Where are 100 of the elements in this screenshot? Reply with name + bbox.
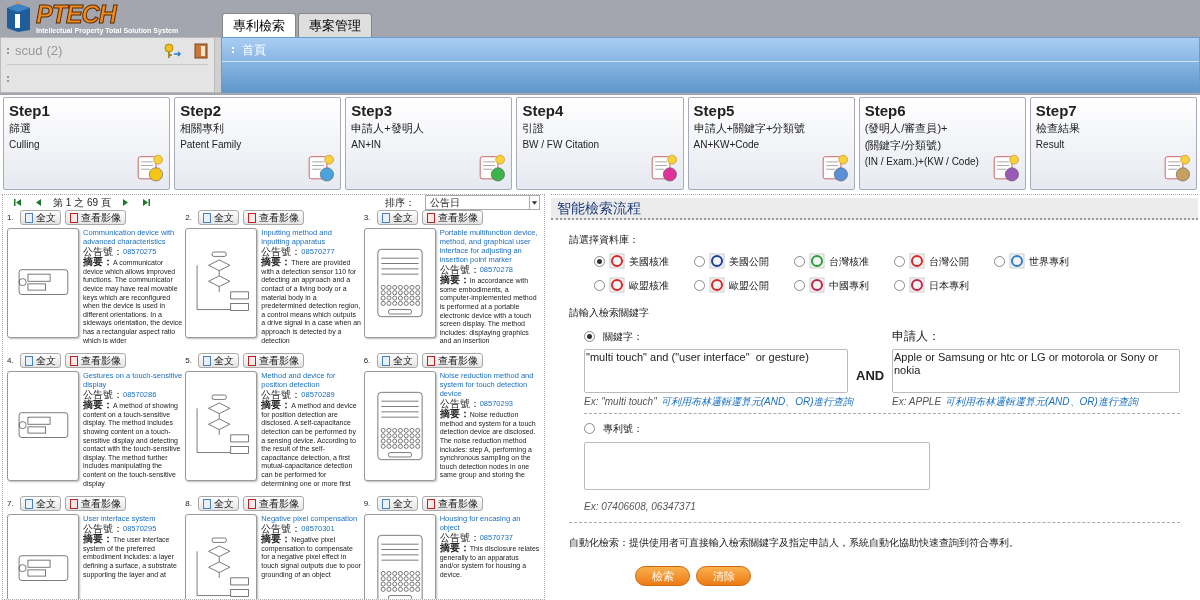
database-logo-icon <box>709 253 725 269</box>
step-title: 相關專利 <box>180 121 226 136</box>
result-action-button[interactable]: 全文 <box>20 353 61 368</box>
applicant-input[interactable]: Apple or Samsung or htc or LG or motorola or Sony or nokia <box>892 349 1180 393</box>
step-card[interactable]: Step1 篩選 Culling <box>3 97 171 190</box>
sort-dropdown[interactable]: 公告日 <box>425 195 540 210</box>
radio-button[interactable] <box>994 255 1005 267</box>
step-illustration-drawing <box>991 152 1020 185</box>
result-action-button[interactable]: 全文 <box>376 210 418 225</box>
database-option-label[interactable]: 美國公開 <box>729 253 769 269</box>
radio-button[interactable] <box>694 279 705 291</box>
step-subtitle: AN+IN <box>351 138 382 152</box>
result-action-button[interactable]: 全文 <box>20 210 61 225</box>
step-card[interactable]: Step5 申請人+關鍵字+分類號 AN+KW+Code <box>687 97 855 190</box>
step-card[interactable]: Step2 相關專利 Patent Family <box>174 97 342 190</box>
radio-button[interactable] <box>694 255 705 267</box>
patent-number-input[interactable] <box>584 442 930 490</box>
pdf-icon <box>248 355 257 366</box>
step-subtitle: Patent Family <box>180 138 243 152</box>
step-title: 申請人+發明人 <box>351 121 425 136</box>
result-action-button[interactable]: 全文 <box>20 496 61 511</box>
step-card[interactable]: Step6 (發明人/審查員)+ (關鍵字/分類號) (IN / Exam.)+(KW / Code) <box>858 97 1026 190</box>
database-option-label[interactable]: 歐盟公開 <box>729 277 769 293</box>
step-card[interactable]: Step3 申請人+發明人 AN+IN <box>345 97 513 190</box>
username: scud <box>15 42 43 61</box>
database-logo-icon <box>709 277 725 293</box>
database-option-label[interactable]: 中國專利 <box>829 277 869 293</box>
database-logo-icon <box>609 253 625 269</box>
step-label: Step2 <box>180 102 222 120</box>
auto-search-note: 自動化檢索：提供使用者可直接輸入檢索關鍵字及指定申請人，系統自動化協助快速查詢到符合專利。 <box>569 536 1020 550</box>
result-action-button[interactable]: 全文 <box>376 496 418 511</box>
step-card[interactable]: Step4 引證 BW / FW Citation <box>516 97 684 190</box>
first-page-icon[interactable] <box>13 198 23 207</box>
database-option-label[interactable]: 美國核准 <box>629 253 669 269</box>
result-number: 4. <box>7 354 15 367</box>
result-number: 6. <box>363 354 372 367</box>
radio-button[interactable] <box>894 255 905 267</box>
previous-page-icon[interactable] <box>33 198 43 207</box>
door-icon[interactable] <box>194 43 208 59</box>
last-page-icon[interactable] <box>140 198 151 207</box>
step-label: Step5 <box>693 102 736 120</box>
result-action-button[interactable]: 全文 <box>198 210 240 225</box>
radio-button[interactable] <box>894 279 905 291</box>
pdf-icon <box>426 212 435 223</box>
result-action-button[interactable]: 查看影像 <box>243 496 305 511</box>
keyword-input[interactable]: "multi touch" and ("user interface" or gesture) <box>584 349 848 393</box>
step-subtitle: AN+KW+Code <box>693 138 761 152</box>
radio-button[interactable] <box>584 330 595 342</box>
page-indicator: 第 1 之 69 頁 <box>53 196 111 210</box>
publication-label: 公告號： <box>439 532 480 544</box>
database-logo-icon <box>909 277 925 293</box>
database-option-label[interactable]: 世界專利 <box>1029 253 1069 269</box>
database-option-label[interactable]: 台灣核准 <box>829 253 869 269</box>
step-title: 檢查結果 <box>1035 121 1081 136</box>
boolean-hint: 可利用布林邏輯運算元(AND、OR)進行查詢 <box>945 395 1138 409</box>
result-action-button[interactable]: 查看影像 <box>65 496 126 511</box>
patent-number-example: Ex: 07406608, 06347371 <box>584 500 697 514</box>
publication-label: 公告號： <box>439 264 480 276</box>
step-subtitle: BW / FW Citation <box>522 138 601 152</box>
keyword-label: 關鍵字： <box>603 329 643 344</box>
document-icon <box>203 498 212 509</box>
document-icon <box>381 498 390 509</box>
next-page-icon[interactable] <box>120 198 131 207</box>
publication-label: 公告號： <box>261 523 302 535</box>
step-illustration-drawing <box>820 152 849 185</box>
result-action-button[interactable]: 查看影像 <box>421 496 483 511</box>
applicant-example: Ex: APPLE <box>892 395 942 409</box>
step-label: Step6 <box>864 102 907 120</box>
result-action-button[interactable]: 全文 <box>198 353 240 368</box>
patent-number-label: 專利號： <box>603 421 643 436</box>
result-action-button[interactable]: 查看影像 <box>421 353 483 368</box>
step-label: Step7 <box>1035 102 1078 120</box>
radio-button[interactable] <box>794 279 805 291</box>
step-card[interactable]: Step7 檢查結果 Result <box>1029 97 1197 190</box>
result-action-button[interactable]: 全文 <box>198 496 240 511</box>
result-action-button[interactable]: 查看影像 <box>243 353 305 368</box>
nav-tab[interactable]: 專案管理 <box>298 13 372 37</box>
database-option-label[interactable]: 台灣公開 <box>929 253 969 269</box>
nav-tab[interactable]: 專利檢索 <box>222 13 296 37</box>
radio-button[interactable] <box>594 279 605 291</box>
database-option-label[interactable]: 日本專利 <box>929 277 969 293</box>
radio-button[interactable] <box>594 255 605 267</box>
radio-button[interactable] <box>584 422 595 434</box>
boolean-hint: 可利用布林邏輯運算元(AND、OR)進行查詢 <box>660 395 854 409</box>
step-title: 引證 <box>522 121 546 136</box>
document-icon <box>25 498 33 509</box>
step-label: Step3 <box>351 102 394 120</box>
result-number: 8. <box>185 497 193 510</box>
document-icon <box>203 355 212 366</box>
step-illustration-drawing <box>1163 152 1191 185</box>
pdf-icon <box>70 498 78 509</box>
key-icon[interactable] <box>164 43 182 59</box>
result-action-button[interactable]: 查看影像 <box>421 210 483 225</box>
result-action-button[interactable]: 全文 <box>376 353 418 368</box>
result-action-button[interactable]: 查看影像 <box>65 210 126 225</box>
radio-button[interactable] <box>794 255 805 267</box>
result-action-button[interactable]: 查看影像 <box>65 353 126 368</box>
result-action-button[interactable]: 查看影像 <box>243 210 305 225</box>
step-subtitle: Result <box>1035 138 1066 152</box>
database-option-label[interactable]: 歐盟核准 <box>629 277 669 293</box>
